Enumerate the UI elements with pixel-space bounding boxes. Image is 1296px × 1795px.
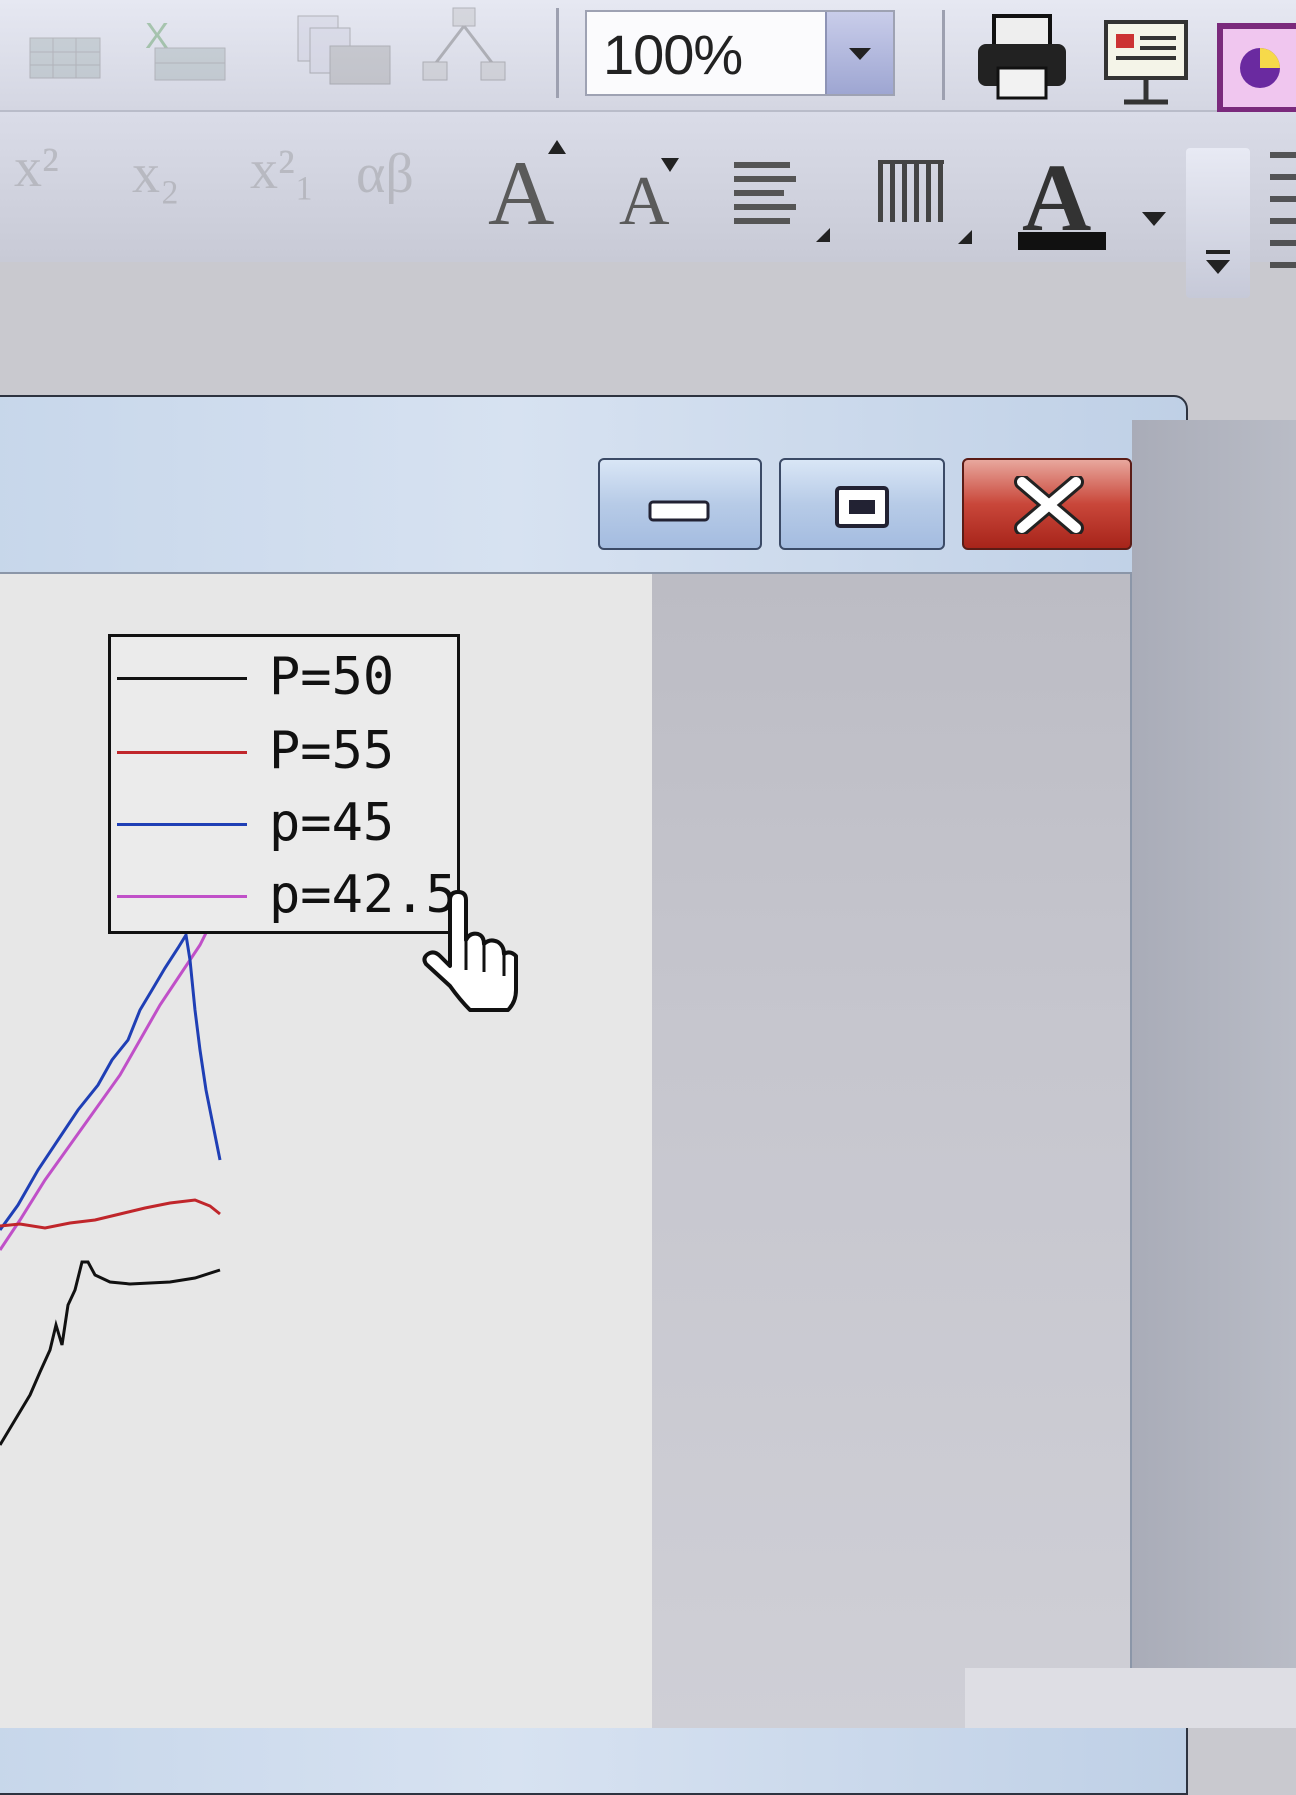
series-line-p45 [0,930,222,1231]
close-icon [1014,476,1084,534]
greek-symbols-button[interactable]: αβ [356,142,414,206]
superscript-button[interactable]: x² [14,136,59,200]
series-line-p50 [0,1260,221,1446]
presentation-icon[interactable] [1100,18,1192,108]
font-color-swatch [1018,232,1106,250]
legend-swatch [117,823,247,826]
legend-item: P=55 [111,715,457,785]
print-icon[interactable] [972,10,1072,102]
zoom-value: 100% [603,23,743,86]
columns-icon[interactable] [290,6,400,91]
series-line-p42-5 [0,914,217,1251]
legend-swatch [117,751,247,754]
insert-table-icon[interactable] [10,8,110,88]
maximize-icon [835,486,889,528]
legend-item: p=45 [111,787,457,857]
decrease-font-icon[interactable]: A [615,152,695,232]
toolbar-separator [556,8,559,98]
minimize-icon [648,500,710,522]
svg-text:A: A [488,142,554,234]
increase-font-icon[interactable]: A [484,134,584,234]
super-sub-button[interactable]: x²₁ [250,138,314,202]
drawing-icon[interactable] [415,4,515,89]
legend-label: p=45 [269,793,395,853]
toolbar-grip[interactable] [1270,152,1296,272]
office-assistant-icon[interactable] [1216,22,1296,114]
align-text-icon[interactable] [730,156,840,248]
empty-panel [652,574,1130,1728]
overflow-chevron-icon [1206,250,1230,274]
standard-toolbar: X 100% [0,0,1296,114]
font-color-button[interactable]: A [1018,144,1122,256]
toolbar-separator [942,10,945,100]
hand-cursor-icon [422,890,518,1012]
vertical-lines-icon[interactable] [872,156,982,252]
minimize-button[interactable] [598,458,762,550]
legend-swatch [117,677,247,680]
zoom-select[interactable]: 100% [585,10,895,96]
legend-item: P=50 [111,641,457,711]
chart-legend: P=50 P=55 p=45 p=42.5 [108,634,460,934]
desktop-background [1132,420,1296,1728]
maximize-button[interactable] [779,458,945,550]
legend-item: p=42.5 [111,859,457,929]
legend-label: P=55 [269,721,395,781]
formatting-toolbar: x² x₂ x²₁ αβ A A A [0,112,1296,298]
series-line-p55 [0,1198,221,1230]
chevron-down-icon[interactable] [825,12,893,94]
close-button[interactable] [962,458,1132,550]
chevron-down-icon[interactable] [1140,208,1168,228]
svg-text:A: A [619,163,670,232]
insert-excel-icon[interactable]: X [135,8,235,88]
toolbar-options-handle[interactable] [1186,148,1250,298]
subscript-button[interactable]: x₂ [132,142,180,206]
taskbar-edge [965,1668,1296,1728]
legend-label: P=50 [269,647,395,707]
legend-swatch [117,895,247,898]
